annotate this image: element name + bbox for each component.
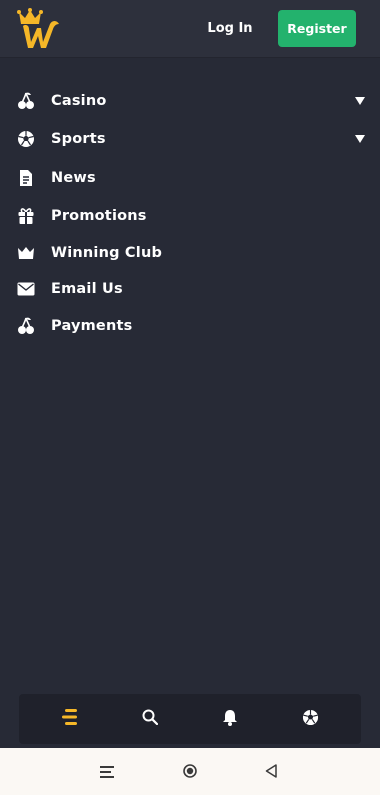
menu-item-promotions[interactable]: Promotions (0, 198, 380, 234)
home-icon (183, 763, 197, 782)
recent-apps-icon (100, 763, 114, 782)
top-header: Log In Register (0, 0, 380, 58)
soccer-ball-icon (302, 709, 319, 730)
home-button[interactable] (177, 759, 203, 785)
menu-label-winning-club: Winning Club (51, 245, 163, 261)
menu-item-news[interactable]: News (0, 160, 380, 196)
document-icon (16, 168, 36, 188)
bell-icon (222, 709, 238, 730)
system-navigation-bar (0, 748, 380, 795)
crown-icon (16, 243, 36, 263)
menu-label-casino: Casino (51, 93, 107, 109)
notifications-nav-button[interactable] (205, 694, 255, 744)
chevron-down-icon[interactable] (354, 95, 366, 107)
soccer-ball-icon (16, 129, 36, 149)
register-button[interactable]: Register (278, 10, 356, 47)
search-icon (142, 709, 159, 729)
envelope-icon (16, 279, 36, 299)
menu-icon (61, 709, 79, 729)
menu-item-winning-club[interactable]: Winning Club (0, 235, 380, 271)
gift-icon (16, 206, 36, 226)
menu-label-payments: Payments (51, 318, 133, 334)
menu-item-casino[interactable]: Casino (0, 83, 380, 119)
back-icon (265, 763, 277, 782)
menu-label-news: News (51, 170, 96, 186)
menu-label-sports: Sports (51, 131, 106, 147)
sports-nav-button[interactable] (285, 694, 335, 744)
crown-w-logo[interactable] (17, 8, 65, 50)
menu-item-payments[interactable]: Payments (0, 308, 380, 344)
cherries-icon (16, 91, 36, 111)
back-button[interactable] (258, 759, 284, 785)
login-button[interactable]: Log In (198, 12, 262, 45)
recent-apps-button[interactable] (94, 759, 120, 785)
search-nav-button[interactable] (125, 694, 175, 744)
menu-item-sports[interactable]: Sports (0, 121, 380, 157)
menu-label-email-us: Email Us (51, 281, 123, 297)
menu-item-email-us[interactable]: Email Us (0, 271, 380, 307)
chevron-down-icon[interactable] (354, 133, 366, 145)
menu-label-promotions: Promotions (51, 208, 147, 224)
menu-nav-button[interactable] (45, 694, 95, 744)
cherries-icon (16, 316, 36, 336)
bottom-nav-bar (19, 694, 361, 744)
